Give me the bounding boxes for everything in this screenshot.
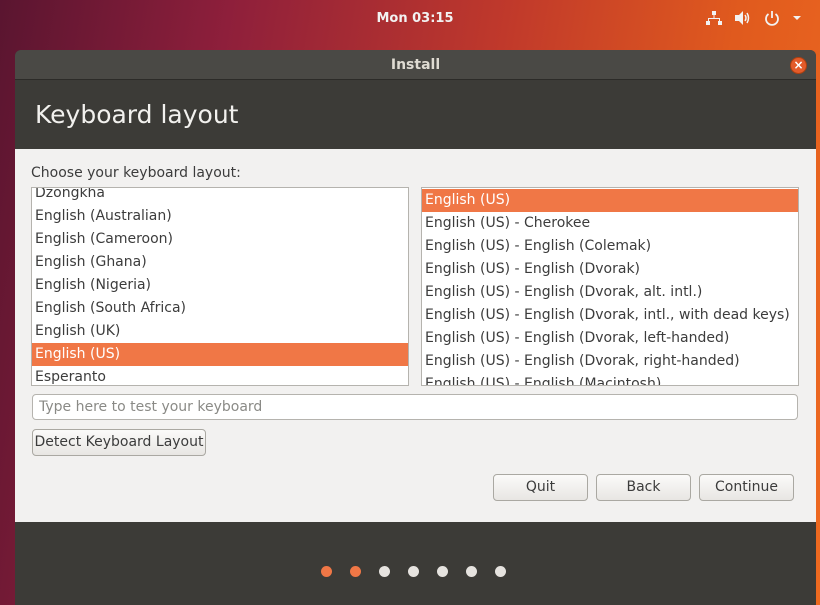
list-item[interactable]: English (US) - English (Dvorak, right-ha… (422, 350, 798, 373)
keyboard-language-list[interactable]: Dzongkha English (Australian) English (C… (31, 187, 409, 386)
list-item[interactable]: English (Cameroon) (32, 228, 408, 251)
progress-dot (321, 566, 332, 577)
continue-button[interactable]: Continue (699, 474, 794, 501)
volume-icon[interactable] (734, 10, 752, 30)
progress-dot (408, 566, 419, 577)
network-icon[interactable] (705, 10, 723, 30)
list-item[interactable]: English (US) - English (Colemak) (422, 235, 798, 258)
content-area: Choose your keyboard layout: Dzongkha En… (15, 149, 816, 522)
progress-dot (466, 566, 477, 577)
choose-layout-label: Choose your keyboard layout: (31, 165, 241, 181)
page-title: Keyboard layout (35, 100, 239, 129)
list-item[interactable]: Esperanto (32, 366, 408, 385)
power-icon[interactable] (763, 10, 781, 30)
install-window: Install × Keyboard layout Choose your ke… (15, 50, 816, 605)
list-item[interactable]: English (US) - English (Dvorak) (422, 258, 798, 281)
list-item[interactable]: English (US) - English (Macintosh) (422, 373, 798, 385)
system-tray[interactable] (705, 10, 802, 30)
progress-footer (15, 522, 816, 605)
progress-dots (321, 566, 506, 577)
list-item[interactable]: English (US) - English (Dvorak, left-han… (422, 327, 798, 350)
list-item[interactable]: English (US) - English (Dvorak, intl., w… (422, 304, 798, 327)
page-header: Keyboard layout (15, 80, 816, 149)
window-titlebar[interactable]: Install × (15, 50, 816, 80)
quit-button[interactable]: Quit (493, 474, 588, 501)
progress-dot (495, 566, 506, 577)
list-item[interactable]: English (Nigeria) (32, 274, 408, 297)
clock[interactable]: Mon 03:15 (0, 11, 820, 26)
progress-dot (437, 566, 448, 577)
progress-dot (350, 566, 361, 577)
progress-dot (379, 566, 390, 577)
list-item[interactable]: English (US) - English (Dvorak, alt. int… (422, 281, 798, 304)
keyboard-test-input[interactable] (32, 394, 798, 420)
list-item[interactable]: English (US) - Cherokee (422, 212, 798, 235)
dropdown-arrow-icon[interactable] (792, 10, 802, 30)
list-item-selected[interactable]: English (US) (32, 343, 408, 366)
detect-keyboard-layout-button[interactable]: Detect Keyboard Layout (32, 429, 206, 456)
list-item[interactable]: English (Australian) (32, 205, 408, 228)
top-panel: Mon 03:15 (0, 0, 820, 38)
list-item-selected[interactable]: English (US) (422, 189, 798, 212)
list-item[interactable]: Dzongkha (32, 188, 408, 205)
keyboard-variant-list[interactable]: English (US) English (US) - Cherokee Eng… (421, 187, 799, 386)
list-item[interactable]: English (Ghana) (32, 251, 408, 274)
list-item[interactable]: English (South Africa) (32, 297, 408, 320)
back-button[interactable]: Back (596, 474, 691, 501)
list-item[interactable]: English (UK) (32, 320, 408, 343)
window-title: Install (390, 57, 441, 73)
close-icon[interactable]: × (790, 57, 807, 74)
